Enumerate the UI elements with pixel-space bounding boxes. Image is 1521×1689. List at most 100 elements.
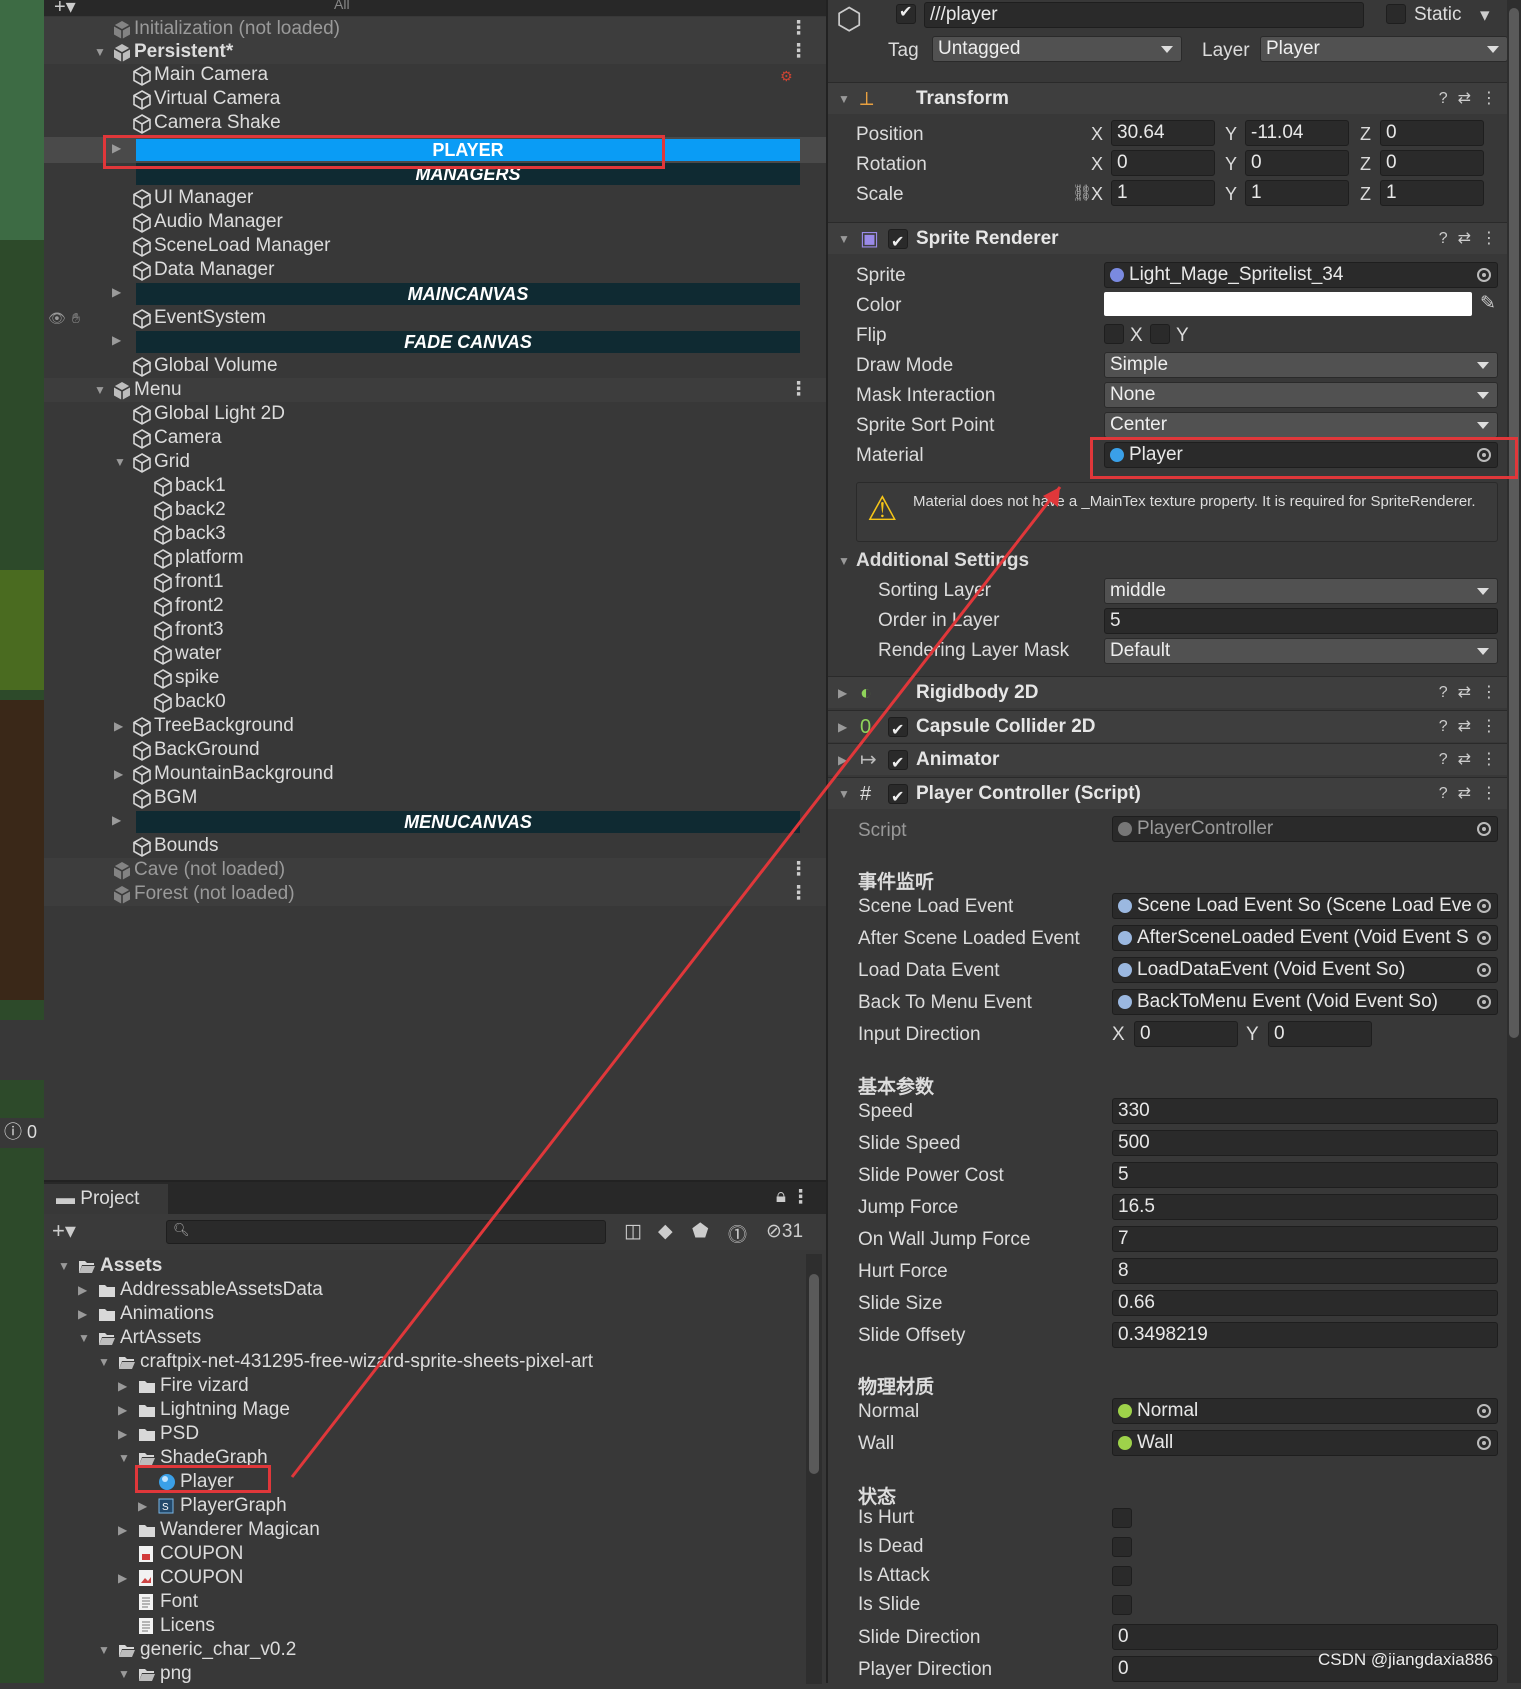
kebab-menu-icon[interactable]: ⋮ [789, 858, 808, 882]
kebab-menu-icon[interactable]: ⋮ [791, 1186, 810, 1209]
project-item[interactable]: Font [44, 1590, 804, 1614]
expand-right-icon[interactable]: ▶ [838, 744, 847, 776]
object-picker-icon[interactable] [1477, 899, 1491, 913]
kebab-menu-icon[interactable]: ⋮ [789, 378, 808, 402]
static-checkbox[interactable] [1386, 4, 1406, 24]
expand-right-icon[interactable]: ▶ [118, 1374, 127, 1398]
event-field[interactable]: AfterSceneLoaded Event (Void Event S [1112, 925, 1498, 951]
component-enabled-checkbox[interactable] [888, 782, 908, 814]
transform-y-field[interactable]: 1 [1245, 180, 1349, 206]
object-picker-icon[interactable] [1477, 822, 1491, 836]
static-dropdown-icon[interactable]: ▾ [1480, 4, 1490, 27]
sorting-layer-dropdown[interactable]: middle [1104, 578, 1498, 604]
project-item[interactable]: ▶ Fire vizard [44, 1374, 804, 1398]
expand-down-icon[interactable]: ▼ [94, 40, 106, 64]
name-field[interactable]: ///player [924, 2, 1364, 28]
scene-row-cave[interactable]: Cave (not loaded) ⋮ [44, 858, 826, 882]
expand-down-icon[interactable]: ▼ [98, 1350, 110, 1374]
color-swatch[interactable] [1104, 292, 1472, 316]
state-checkbox[interactable] [1112, 1508, 1132, 1528]
kebab-menu-icon[interactable]: ⋮ [789, 882, 808, 906]
hierarchy-item[interactable]: water [44, 642, 826, 666]
expand-down-icon[interactable]: ▼ [78, 1326, 90, 1350]
component-header-icons[interactable]: ?⇄⋮ [1439, 223, 1507, 255]
project-item[interactable]: ▶ COUPON [44, 1566, 804, 1590]
hierarchy-item[interactable]: back2 [44, 498, 826, 522]
expand-right-icon[interactable]: ▶ [838, 711, 847, 743]
hierarchy-item[interactable]: Main Camera [44, 63, 826, 87]
transform-x-field[interactable]: 1 [1111, 180, 1215, 206]
expand-right-icon[interactable]: ▶ [118, 1398, 127, 1422]
active-checkbox[interactable] [896, 2, 916, 24]
hierarchy-item[interactable]: Virtual Camera [44, 87, 826, 111]
hierarchy-item[interactable]: Global Light 2D [44, 402, 826, 426]
expand-down-icon[interactable]: ▼ [838, 223, 850, 255]
scene-row-persistent[interactable]: ▼ Persistent* ⋮ [44, 40, 826, 64]
expand-down-icon[interactable]: ▼ [94, 378, 106, 402]
project-item[interactable]: ▼ Assets [44, 1254, 804, 1278]
sprite-field[interactable]: Light_Mage_Spritelist_34 [1104, 262, 1498, 288]
hierarchy-item[interactable]: ▶ TreeBackground [44, 714, 826, 738]
alert-icon[interactable]: ⓵ [728, 1220, 747, 1247]
tag-dropdown[interactable]: Untagged [932, 36, 1182, 62]
expand-right-icon[interactable]: ▶ [118, 1422, 127, 1446]
group-bar-maincanvas[interactable]: MAINCANVAS [136, 283, 800, 305]
state-checkbox[interactable] [1112, 1595, 1132, 1615]
object-picker-icon[interactable] [1477, 1436, 1491, 1450]
param-field[interactable]: 0.66 [1112, 1290, 1498, 1316]
inspector-scrollbar-thumb[interactable] [1509, 8, 1519, 1038]
hierarchy-item[interactable]: Camera [44, 426, 826, 450]
param-field[interactable]: 7 [1112, 1226, 1498, 1252]
param-field[interactable]: 330 [1112, 1098, 1498, 1124]
expand-right-icon[interactable]: ▶ [114, 714, 123, 738]
component-header-icons[interactable]: ?⇄⋮ [1439, 778, 1507, 810]
hierarchy-item[interactable]: spike [44, 666, 826, 690]
project-search-input[interactable]: 🔍︎ [166, 1220, 606, 1244]
component-enabled-checkbox[interactable] [888, 715, 908, 747]
hierarchy-item[interactable]: SceneLoad Manager [44, 234, 826, 258]
physics-material-field[interactable]: Normal [1112, 1398, 1498, 1424]
pickable-hand-icon[interactable]: ✋︎ [72, 306, 80, 330]
expand-right-icon[interactable]: ▶ [112, 333, 121, 347]
expand-right-icon[interactable]: ▶ [78, 1278, 87, 1302]
project-item[interactable]: ▶ AddressableAssetsData [44, 1278, 804, 1302]
input-direction-y-field[interactable]: 0 [1268, 1021, 1372, 1047]
project-scrollbar[interactable] [806, 1254, 822, 1684]
transform-z-field[interactable]: 0 [1380, 120, 1484, 146]
component-sprite-renderer[interactable]: ▼ ▣ Sprite Renderer ?⇄⋮ [828, 222, 1521, 259]
state-checkbox[interactable] [1112, 1537, 1132, 1557]
component-animator[interactable]: ▶ ↦ Animator ?⇄⋮ [828, 743, 1521, 780]
order-in-layer-field[interactable]: 5 [1104, 608, 1498, 634]
expand-right-icon[interactable]: ▶ [138, 1494, 147, 1518]
flip-x-checkbox[interactable] [1104, 324, 1124, 344]
draw-mode-dropdown[interactable]: Simple [1104, 352, 1498, 378]
project-item[interactable]: ▶ S PlayerGraph [44, 1494, 804, 1518]
hierarchy-item[interactable]: ▶ MountainBackground [44, 762, 826, 786]
console-counter[interactable]: ⓘ 0 [0, 1118, 44, 1148]
sprite-sort-point-dropdown[interactable]: Center [1104, 412, 1498, 438]
param-field[interactable]: 16.5 [1112, 1194, 1498, 1220]
hierarchy-item[interactable]: front3 [44, 618, 826, 642]
flip-y-checkbox[interactable] [1150, 324, 1170, 344]
expand-down-icon[interactable]: ▼ [58, 1254, 70, 1278]
filter-shapes-icon[interactable]: ◆ [658, 1220, 673, 1243]
mask-interaction-dropdown[interactable]: None [1104, 382, 1498, 408]
project-item[interactable]: ▼ craftpix-net-431295-free-wizard-sprite-… [44, 1350, 804, 1374]
hierarchy-item[interactable]: UI Manager [44, 186, 826, 210]
hierarchy-item[interactable]: Camera Shake [44, 111, 826, 135]
component-rigidbody2d[interactable]: ▶ ◐ Rigidbody 2D ?⇄⋮ [828, 676, 1521, 708]
param-field[interactable]: 5 [1112, 1162, 1498, 1188]
component-enabled-checkbox[interactable] [888, 227, 908, 259]
component-transform[interactable]: ▼ ⟂ Transform ?⇄⋮ [828, 82, 1521, 114]
transform-x-field[interactable]: 30.64 [1111, 120, 1215, 146]
filter-type-icon[interactable]: ◫ [624, 1220, 642, 1243]
hierarchy-item[interactable]: Global Volume [44, 354, 826, 378]
component-player-controller[interactable]: ▼ # Player Controller (Script) ?⇄⋮ [828, 777, 1521, 814]
lock-icon[interactable]: 🔒︎ [776, 1186, 786, 1208]
object-picker-icon[interactable] [1477, 995, 1491, 1009]
scene-row-initialization[interactable]: Initialization (not loaded) ⋮ [44, 17, 826, 41]
object-picker-icon[interactable] [1477, 268, 1491, 282]
expand-down-icon[interactable]: ▼ [98, 1638, 110, 1662]
event-field[interactable]: BackToMenu Event (Void Event So) [1112, 989, 1498, 1015]
rendering-layer-mask-dropdown[interactable]: Default [1104, 638, 1498, 664]
